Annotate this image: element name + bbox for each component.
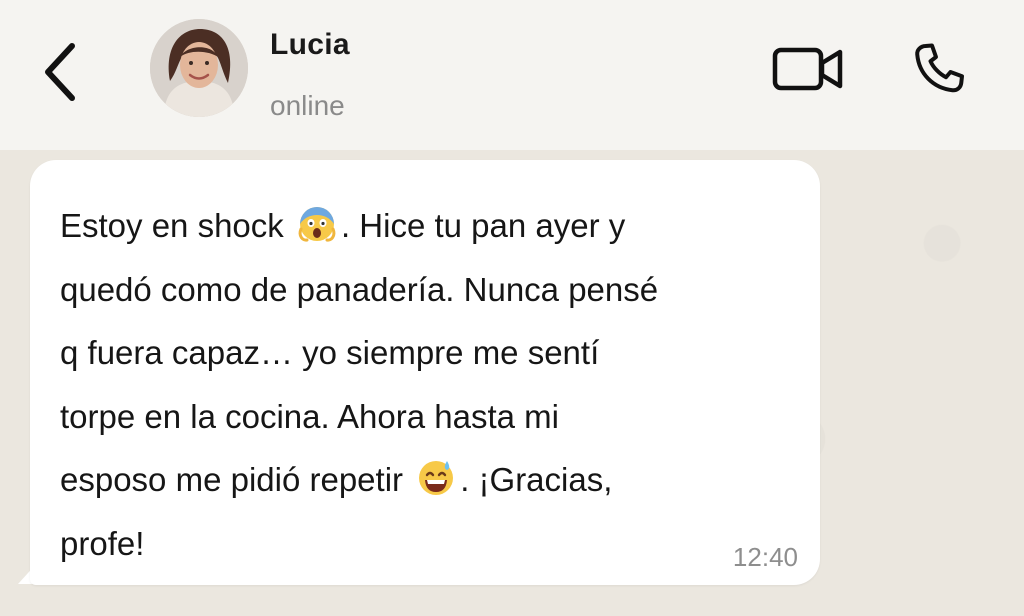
chevron-left-icon	[45, 43, 75, 101]
phone-icon	[915, 43, 964, 93]
video-call-button[interactable]	[768, 40, 848, 98]
message-text: Estoy en shock . Hice tu pan ayer y qued…	[60, 194, 760, 575]
avatar[interactable]	[150, 19, 248, 117]
chat-header: Lucia online	[0, 0, 1024, 150]
message-line: profe!	[60, 524, 145, 562]
message-segment: . ¡Gracias,	[460, 461, 613, 498]
face-screaming-in-fear-emoji	[298, 207, 336, 242]
contact-status: online	[270, 90, 345, 121]
message-line: q fuera capaz… yo siempre me sentí	[60, 334, 600, 371]
avatar-photo	[150, 19, 248, 117]
voice-call-button[interactable]	[902, 34, 976, 104]
message-line: quedó como de panadería. Nunca pensé	[60, 270, 659, 308]
message-line: torpe en la cocina. Ahora hasta mi	[60, 397, 559, 435]
message-line: Estoy en shock . Hice tu pan ayer y	[60, 194, 760, 258]
message-bubble[interactable]: Estoy en shock . Hice tu pan ayer y qued…	[30, 160, 820, 585]
grinning-face-with-sweat-emoji	[419, 461, 454, 495]
message-segment: Estoy en shock	[60, 207, 284, 244]
message-segment: esposo me pidió repetir	[60, 461, 404, 498]
message-line: esposo me pidió repetir . ¡Gracias,	[60, 448, 760, 512]
video-camera-icon	[772, 47, 843, 91]
message-timestamp: 12:40	[732, 542, 798, 572]
contact-name[interactable]: Lucia	[270, 28, 350, 62]
message-segment: . Hice tu pan ayer y	[340, 207, 626, 244]
back-button[interactable]	[30, 36, 90, 108]
